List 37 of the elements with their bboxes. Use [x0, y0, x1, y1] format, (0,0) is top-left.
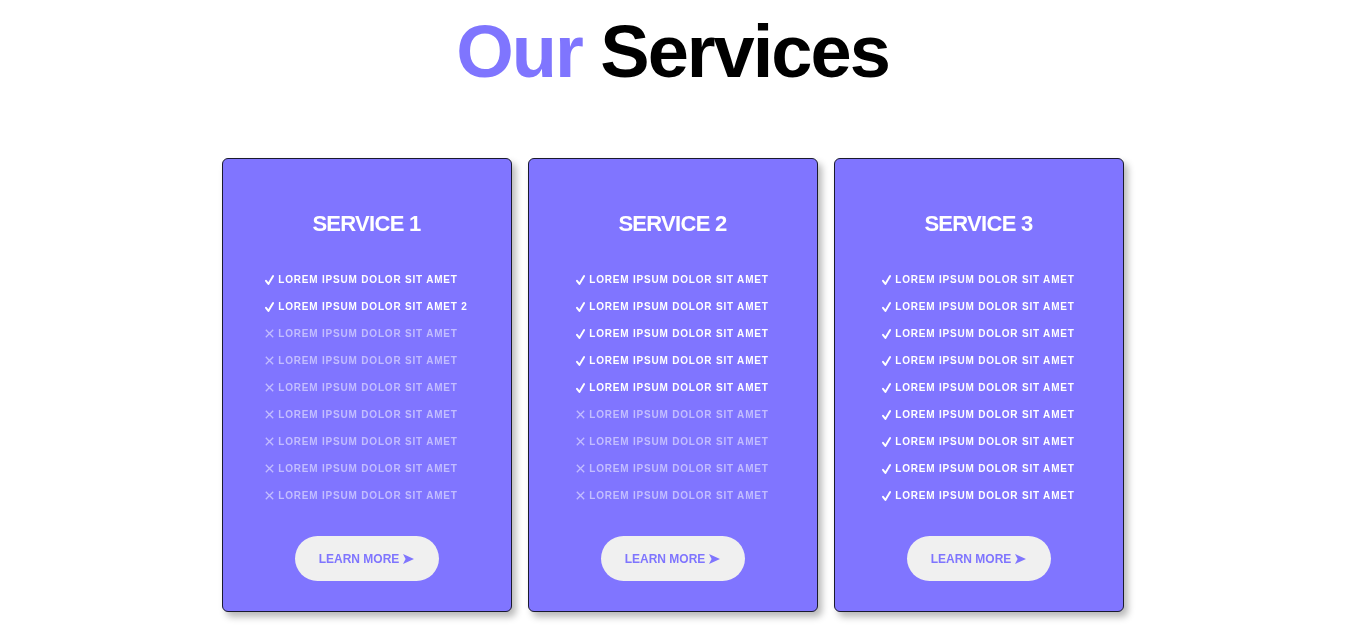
- feature-text: LOREM IPSUM DOLOR SIT AMET: [895, 327, 1075, 340]
- learn-more-button[interactable]: LEARN MORE: [294, 536, 439, 581]
- feature-text: LOREM IPSUM DOLOR SIT AMET: [278, 489, 458, 502]
- arrow-icon: [1015, 553, 1027, 564]
- feature-text: LOREM IPSUM DOLOR SIT AMET: [589, 408, 769, 421]
- feature-text: LOREM IPSUM DOLOR SIT AMET: [278, 435, 458, 448]
- learn-more-button[interactable]: LEARN MORE: [906, 536, 1051, 581]
- feature-text: LOREM IPSUM DOLOR SIT AMET 2: [278, 300, 468, 313]
- feature-text: LOREM IPSUM DOLOR SIT AMET: [589, 381, 769, 394]
- feature-text: LOREM IPSUM DOLOR SIT AMET: [589, 489, 769, 502]
- feature-text: LOREM IPSUM DOLOR SIT AMET: [278, 327, 458, 340]
- feature-text: LOREM IPSUM DOLOR SIT AMET: [895, 462, 1075, 475]
- feature-text: LOREM IPSUM DOLOR SIT AMET: [589, 300, 769, 313]
- card-title: SERVICE 3: [924, 211, 1033, 237]
- feature-text: LOREM IPSUM DOLOR SIT AMET: [895, 435, 1075, 448]
- feature-text: LOREM IPSUM DOLOR SIT AMET: [895, 381, 1075, 394]
- feature-text: LOREM IPSUM DOLOR SIT AMET: [589, 435, 769, 448]
- feature-text: LOREM IPSUM DOLOR SIT AMET: [589, 462, 769, 475]
- arrow-icon: [709, 553, 721, 564]
- feature-text: LOREM IPSUM DOLOR SIT AMET: [895, 489, 1075, 502]
- feature-text: LOREM IPSUM DOLOR SIT AMET: [895, 354, 1075, 367]
- feature-text: LOREM IPSUM DOLOR SIT AMET: [895, 300, 1075, 313]
- feature-text: LOREM IPSUM DOLOR SIT AMET: [278, 354, 458, 367]
- feature-text: LOREM IPSUM DOLOR SIT AMET: [278, 462, 458, 475]
- feature-text: LOREM IPSUM DOLOR SIT AMET: [895, 408, 1075, 421]
- feature-text: LOREM IPSUM DOLOR SIT AMET: [278, 381, 458, 394]
- feature-text: LOREM IPSUM DOLOR SIT AMET: [589, 327, 769, 340]
- feature-text: LOREM IPSUM DOLOR SIT AMET: [589, 354, 769, 367]
- learn-more-button[interactable]: LEARN MORE: [600, 536, 745, 581]
- page-title: Our Services: [455, 15, 890, 89]
- arrow-icon: [403, 553, 415, 564]
- feature-text: LOREM IPSUM DOLOR SIT AMET: [895, 273, 1075, 286]
- card-title: SERVICE 1: [312, 211, 421, 237]
- feature-text: LOREM IPSUM DOLOR SIT AMET: [589, 273, 769, 286]
- feature-text: LOREM IPSUM DOLOR SIT AMET: [278, 273, 458, 286]
- card-title: SERVICE 2: [618, 211, 727, 237]
- feature-text: LOREM IPSUM DOLOR SIT AMET: [278, 408, 458, 421]
